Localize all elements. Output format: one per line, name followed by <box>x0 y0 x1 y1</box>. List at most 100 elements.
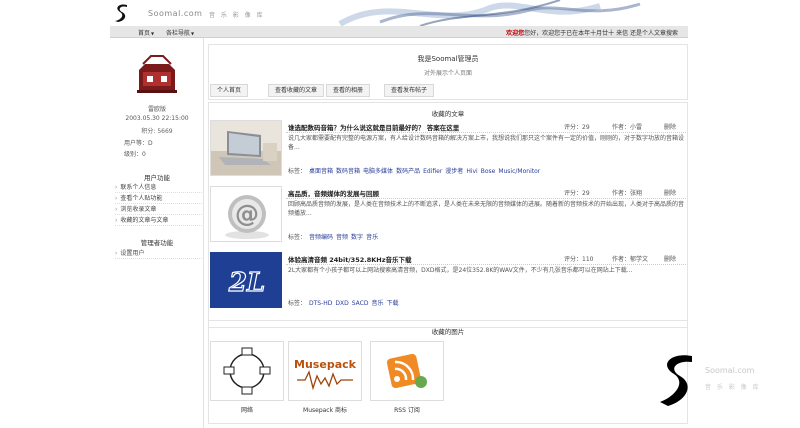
corner-site-name: Soomal.com <box>705 366 755 375</box>
article-item: 2L 体验高清音频 24bit/352.8KHz音乐下载 评分：110 作者：郁… <box>208 252 688 314</box>
sidebar-item-profile[interactable]: 联系个人信息 <box>115 182 202 193</box>
rss-feed-icon <box>371 342 443 400</box>
network-diagram-image <box>223 347 271 395</box>
banner-swirl-image <box>338 0 641 26</box>
page-title: 我是Soomal管理员 <box>417 55 479 63</box>
tab-articles[interactable]: 查看收藏的文章 <box>268 84 325 97</box>
article-tags: 标签： 桌面音箱 数码音箱 电脑多媒体 数码产品 Edifier 漫步者 Hivi Bose Mu… <box>288 166 540 175</box>
site-name[interactable]: Soomal.com <box>148 9 202 18</box>
sidebar-item-posts[interactable]: 查看个人贴功能 <box>115 193 202 204</box>
chevron-down-icon: ▼ <box>191 31 195 36</box>
site-slogan: 音 乐 影 像 库 <box>209 12 265 19</box>
tag-link[interactable]: 电脑多媒体 <box>363 168 393 175</box>
tag-link[interactable]: DXD <box>335 300 348 307</box>
tags-label: 标签： <box>288 300 307 307</box>
top-nav-bar: 首页▼ 各栏导航▼ 欢迎您您好，欢迎您于已在本年十月廿十 来信 还是个人文章搜索 <box>110 26 688 38</box>
user-name: 雷欧版 <box>147 106 166 113</box>
tab-posts[interactable]: 查看发布帖子 <box>384 84 435 97</box>
tag-link[interactable]: DTS-HD <box>309 300 332 307</box>
article-author[interactable]: 作者：郁学文 <box>612 254 648 263</box>
divider <box>286 198 686 199</box>
sidebar-item-articles[interactable]: 浏览收录文章 <box>115 204 202 215</box>
2l-logo-image: 2L <box>211 253 281 307</box>
article-title[interactable]: 高品质，音频媒体的发展与回顾 <box>288 188 379 198</box>
tag-link[interactable]: Bose <box>481 168 496 175</box>
functions-list: 联系个人信息 查看个人贴功能 浏览收录文章 收藏的文章与文章 <box>115 182 202 226</box>
photo-caption[interactable]: RSS 订阅 <box>370 405 444 414</box>
musepack-logo-image: Musepack <box>289 342 361 400</box>
user-score: 积分: 5669 <box>141 128 173 135</box>
delete-link[interactable]: 删除 <box>664 254 676 263</box>
photo-caption[interactable]: Musepack 商标 <box>288 405 362 414</box>
svg-text:@: @ <box>235 200 259 228</box>
favorite-photo[interactable]: RSS 订阅 <box>370 341 444 414</box>
user-group: 用户等：D <box>124 140 153 147</box>
delete-link[interactable]: 删除 <box>664 188 676 197</box>
laptop-photo-image <box>211 121 281 175</box>
photo-caption[interactable]: 网络 <box>210 405 284 414</box>
photo-thumbnail[interactable] <box>370 341 444 401</box>
tag-link[interactable]: Music/Monitor <box>498 168 540 175</box>
divider <box>286 264 686 265</box>
chevron-down-icon: ▼ <box>151 31 155 36</box>
tag-link[interactable]: Edifier <box>423 168 442 175</box>
article-item: 谁选配数码音箱？为什么说这就是目前最好的？ 答案在这里 评分：29 作者：小雷 … <box>208 120 688 182</box>
admin-list: 设置用户 <box>115 248 202 259</box>
tab-home[interactable]: 个人首页 <box>210 84 249 97</box>
user-avatar <box>135 54 179 94</box>
nav-tech[interactable]: 各栏导航▼ <box>166 28 194 37</box>
corner-slogan: 音 乐 影 像 库 <box>705 384 761 391</box>
photo-thumbnail[interactable] <box>210 341 284 401</box>
tag-link[interactable]: 音频 <box>336 234 348 241</box>
article-title[interactable]: 谁选配数码音箱？为什么说这就是目前最好的？ 答案在这里 <box>288 122 459 132</box>
article-item: @ 高品质，音频媒体的发展与回顾 评分：29 作者：张翔 删除 回顾高品质音频的… <box>208 186 688 248</box>
article-summary: 回顾高品质音频的发展，是人类在音频技术上的不断追求，是人类在未来无限的音频媒体的… <box>288 201 684 217</box>
tag-link[interactable]: 漫步者 <box>445 168 463 175</box>
site-logo-icon[interactable] <box>113 3 129 23</box>
tag-link[interactable]: 数码产品 <box>396 168 420 175</box>
at-symbol-image: @ <box>211 187 281 241</box>
delete-link[interactable]: 删除 <box>664 122 676 131</box>
sidebar-item-set-user[interactable]: 设置用户 <box>115 248 202 259</box>
photos-section-title: 收藏的图片 <box>431 328 465 336</box>
tag-link[interactable]: 音乐 <box>372 300 384 307</box>
articles-section-title: 收藏的文章 <box>431 110 465 118</box>
sidebar-item-favorites[interactable]: 收藏的文章与文章 <box>115 215 202 226</box>
tag-link[interactable]: SACD <box>352 300 369 307</box>
divider <box>286 132 686 133</box>
svg-text:Musepack: Musepack <box>294 358 357 371</box>
nav-home[interactable]: 首页▼ <box>138 28 154 37</box>
tags-label: 标签： <box>288 234 307 241</box>
article-score: 评分：110 <box>564 256 594 263</box>
svg-text:2L: 2L <box>228 268 265 298</box>
tag-link[interactable]: 桌面音箱 <box>309 168 333 175</box>
user-level: 级别：0 <box>124 151 146 158</box>
tag-link[interactable]: Hivi <box>466 168 477 175</box>
user-sidebar: 雷欧版 2003.05.30 22:15:00 积分: 5669 用户等：D 级… <box>110 38 204 428</box>
article-thumbnail[interactable]: 2L <box>210 252 282 308</box>
article-tags: 标签： 音频编码 音频 数字 音乐 <box>288 232 378 241</box>
tag-link[interactable]: 音频编码 <box>309 234 333 241</box>
page-subtitle: 对外展示个人页面 <box>423 70 472 77</box>
article-score: 评分：29 <box>564 190 590 197</box>
user-date: 2003.05.30 22:15:00 <box>125 115 189 122</box>
tag-link[interactable]: 音乐 <box>366 234 378 241</box>
article-thumbnail[interactable] <box>210 120 282 176</box>
site-header: Soomal.com 音 乐 影 像 库 <box>0 0 800 26</box>
tag-link[interactable]: 下载 <box>387 300 399 307</box>
tab-photos[interactable]: 查看的相册 <box>326 84 371 97</box>
article-thumbnail[interactable]: @ <box>210 186 282 242</box>
welcome-notice: 欢迎您您好，欢迎您于已在本年十月廿十 来信 还是个人文章搜索 <box>506 28 678 37</box>
favorite-photo[interactable]: Musepack Musepack 商标 <box>288 341 362 414</box>
corner-logo-icon <box>660 355 692 406</box>
notice-text: 您好，欢迎您于已在本年十月廿十 来信 还是个人文章搜索 <box>524 30 678 37</box>
article-title[interactable]: 体验高清音频 24bit/352.8KHz音乐下载 <box>288 254 412 264</box>
photo-thumbnail[interactable]: Musepack <box>288 341 362 401</box>
article-author[interactable]: 作者：小雷 <box>612 122 642 131</box>
tag-link[interactable]: 数字 <box>351 234 363 241</box>
tag-link[interactable]: 数码音箱 <box>336 168 360 175</box>
favorite-photo[interactable]: 网络 <box>210 341 284 414</box>
article-author[interactable]: 作者：张翔 <box>612 188 642 197</box>
nav-home-label: 首页 <box>138 30 151 37</box>
article-tags: 标签： DTS-HD DXD SACD 音乐 下载 <box>288 298 399 307</box>
